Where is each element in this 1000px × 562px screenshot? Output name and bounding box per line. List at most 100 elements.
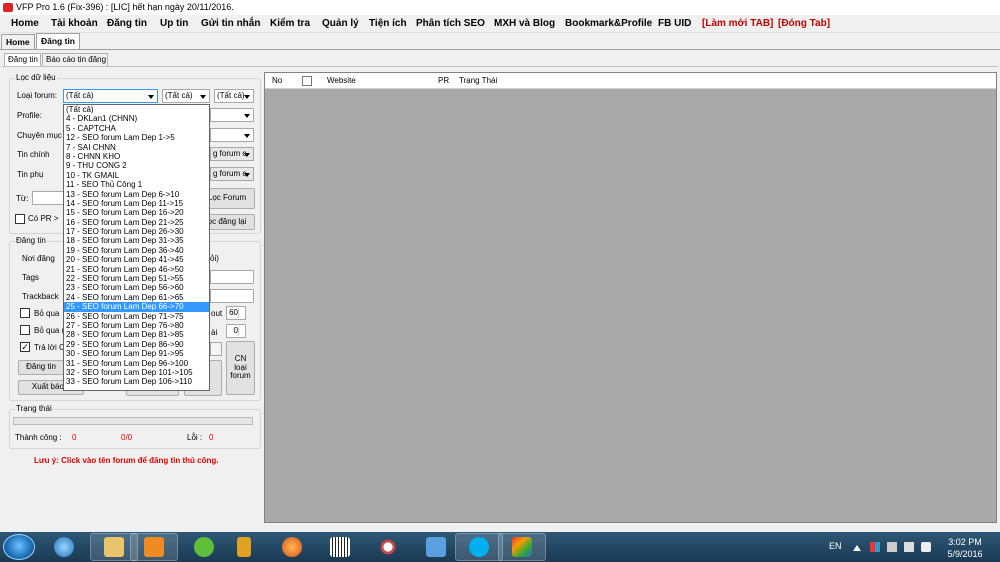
- dropdown-item[interactable]: 5 - CAPTCHA: [64, 124, 209, 133]
- subtab-bao-cao[interactable]: Báo cáo tin đăng: [42, 53, 108, 66]
- note-text: Lưu ý: Click vào tên forum để đăng tin t…: [34, 456, 219, 465]
- profile-combo[interactable]: [210, 108, 254, 122]
- barcode-icon: [330, 537, 350, 557]
- combo-3[interactable]: (Tất cả): [214, 89, 254, 103]
- combo-2[interactable]: (Tất cả): [162, 89, 210, 103]
- col-no[interactable]: No: [272, 76, 282, 85]
- dropdown-item[interactable]: 10 - TK GMAIL: [64, 171, 209, 180]
- trackback-input[interactable]: [210, 289, 254, 303]
- start-button[interactable]: [3, 534, 35, 560]
- dropdown-item[interactable]: 21 - SEO forum Lam Dep 46->50: [64, 265, 209, 274]
- menu-item[interactable]: Bookmark&Profile: [565, 18, 652, 29]
- dropdown-item[interactable]: 30 - SEO forum Lam Dep 91->95: [64, 349, 209, 358]
- subtab-divider: [2, 66, 998, 67]
- dropdown-item[interactable]: 14 - SEO forum Lam Dep 11->15: [64, 199, 209, 208]
- menu-item[interactable]: Tài khoản: [51, 18, 98, 29]
- taskbar-search[interactable]: [364, 533, 412, 561]
- dropdown-item[interactable]: 27 - SEO forum Lam Dep 76->80: [64, 321, 209, 330]
- dropdown-item[interactable]: 25 - SEO forum Lam Dep 66->70: [64, 302, 209, 312]
- clock-date[interactable]: 5/9/2016: [945, 549, 985, 559]
- dropdown-item[interactable]: 22 - SEO forum Lam Dep 51->55: [64, 274, 209, 283]
- dropdown-item[interactable]: 9 - THU CONG 2: [64, 161, 209, 170]
- dropdown-item[interactable]: 32 - SEO forum Lam Dep 101->105: [64, 368, 209, 377]
- select-all-checkbox[interactable]: [302, 76, 312, 86]
- lai-spinner[interactable]: 0: [226, 324, 246, 338]
- dropdown-item[interactable]: 7 - SAI CHNN: [64, 143, 209, 152]
- menu-item[interactable]: Up tin: [160, 18, 188, 29]
- dropdown-item[interactable]: 8 - CHNN KHO: [64, 152, 209, 161]
- cn-loai-forum-button[interactable]: CN loại forum: [226, 341, 255, 395]
- app-icon: [3, 3, 13, 12]
- clock-time[interactable]: 3:02 PM: [945, 537, 985, 547]
- taskbar-upload[interactable]: [412, 533, 460, 561]
- taskbar-firefox[interactable]: [268, 533, 316, 561]
- lai-label: ài: [211, 328, 218, 337]
- tra-loi-checkbox[interactable]: ✓: [20, 342, 30, 352]
- menu-item[interactable]: Gửi tin nhắn: [201, 18, 260, 29]
- menu-item[interactable]: Đăng tin: [107, 18, 147, 29]
- bo-qua-checkbox-2[interactable]: [20, 325, 30, 335]
- dropdown-item[interactable]: 19 - SEO forum Lam Dep 36->40: [64, 246, 209, 255]
- timeout-spinner[interactable]: 60: [226, 306, 246, 320]
- dropdown-item[interactable]: 15 - SEO forum Lam Dep 16->20: [64, 208, 209, 217]
- battery-icon[interactable]: [904, 542, 914, 552]
- dropdown-item[interactable]: 31 - SEO forum Lam Dep 96->100: [64, 359, 209, 368]
- dropdown-item[interactable]: 16 - SEO forum Lam Dep 21->25: [64, 218, 209, 227]
- col-trang-thai[interactable]: Trạng Thái: [459, 76, 497, 85]
- dropdown-item[interactable]: 23 - SEO forum Lam Dep 56->60: [64, 283, 209, 292]
- dropdown-item[interactable]: 11 - SEO Thủ Công 1: [64, 180, 209, 189]
- menu-item[interactable]: [Làm mới TAB]: [702, 18, 773, 29]
- dropdown-item[interactable]: 33 - SEO forum Lam Dep 106->110: [64, 377, 209, 386]
- tab-home[interactable]: Home: [1, 34, 35, 49]
- menu-item[interactable]: Quản lý: [322, 18, 359, 29]
- tin-phu-combo[interactable]: g forum c: [210, 167, 254, 181]
- dropdown-item[interactable]: 4 - DKLan1 (CHNN): [64, 114, 209, 123]
- loai-forum-combo[interactable]: (Tất cả): [63, 89, 158, 103]
- tin-phu-value: g forum c: [213, 169, 247, 178]
- upload-icon: [426, 537, 446, 557]
- taskbar-media[interactable]: [130, 533, 178, 561]
- dropdown-item[interactable]: 18 - SEO forum Lam Dep 31->35: [64, 236, 209, 245]
- dropdown-item[interactable]: 12 - SEO forum Lam Dep 1->5: [64, 133, 209, 142]
- bo-qua-checkbox-1[interactable]: [20, 308, 30, 318]
- tu-input[interactable]: [32, 191, 64, 205]
- tags-input[interactable]: [210, 270, 254, 284]
- menu-item[interactable]: Phân tích SEO: [416, 18, 485, 29]
- monitor-icon[interactable]: [887, 542, 897, 552]
- dropdown-item[interactable]: (Tất cả): [64, 105, 209, 114]
- tray-expand-icon[interactable]: [853, 545, 861, 551]
- menu-item[interactable]: Home: [11, 18, 39, 29]
- window-title: VFP Pro 1.6 (Fix-396) : [LIC] hết hạn ng…: [16, 2, 234, 12]
- language-indicator[interactable]: EN: [829, 541, 842, 551]
- col-pr[interactable]: PR: [438, 76, 449, 85]
- dropdown-item[interactable]: 28 - SEO forum Lam Dep 81->85: [64, 330, 209, 339]
- dropdown-item[interactable]: 13 - SEO forum Lam Dep 6->10: [64, 190, 209, 199]
- dropdown-item[interactable]: 24 - SEO forum Lam Dep 61->65: [64, 293, 209, 302]
- taskbar-app-orange[interactable]: [220, 533, 268, 561]
- results-grid[interactable]: No Website PR Trạng Thái: [264, 72, 997, 523]
- taskbar-ie[interactable]: [40, 533, 88, 561]
- tab-dang-tin[interactable]: Đăng tin: [36, 33, 80, 49]
- dropdown-item[interactable]: 17 - SEO forum Lam Dep 26->30: [64, 227, 209, 236]
- co-pr-checkbox[interactable]: [15, 214, 25, 224]
- col-website[interactable]: Website: [327, 76, 356, 85]
- flag-icon[interactable]: [870, 542, 880, 552]
- menu-item[interactable]: [Đóng Tab]: [778, 18, 830, 29]
- dropdown-item[interactable]: 29 - SEO forum Lam Dep 86->90: [64, 340, 209, 349]
- menu-item[interactable]: Tiện ích: [369, 18, 407, 29]
- volume-icon[interactable]: [921, 542, 931, 552]
- taskbar-vfp[interactable]: [498, 533, 546, 561]
- tin-chinh-combo[interactable]: g forum c: [210, 147, 254, 161]
- chuyen-muc-combo[interactable]: [210, 128, 254, 142]
- dropdown-item[interactable]: 26 - SEO forum Lam Dep 71->75: [64, 312, 209, 321]
- loai-forum-dropdown-list[interactable]: (Tất cả) 4 - DKLan1 (CHNN) 5 - CAPTCHA 12 -…: [63, 104, 210, 391]
- dropdown-item[interactable]: 20 - SEO forum Lam Dep 41->45: [64, 255, 209, 264]
- small-field[interactable]: [210, 342, 222, 356]
- menu-item[interactable]: Kiểm tra: [270, 18, 310, 29]
- subtab-dang-tin[interactable]: Đăng tin: [4, 53, 41, 66]
- dang-tin-button[interactable]: Đăng tin: [18, 360, 64, 375]
- taskbar-skype[interactable]: [455, 533, 503, 561]
- taskbar-barcode[interactable]: [316, 533, 364, 561]
- menu-item[interactable]: MXH và Blog: [494, 18, 555, 29]
- menu-item[interactable]: FB UID: [658, 18, 691, 29]
